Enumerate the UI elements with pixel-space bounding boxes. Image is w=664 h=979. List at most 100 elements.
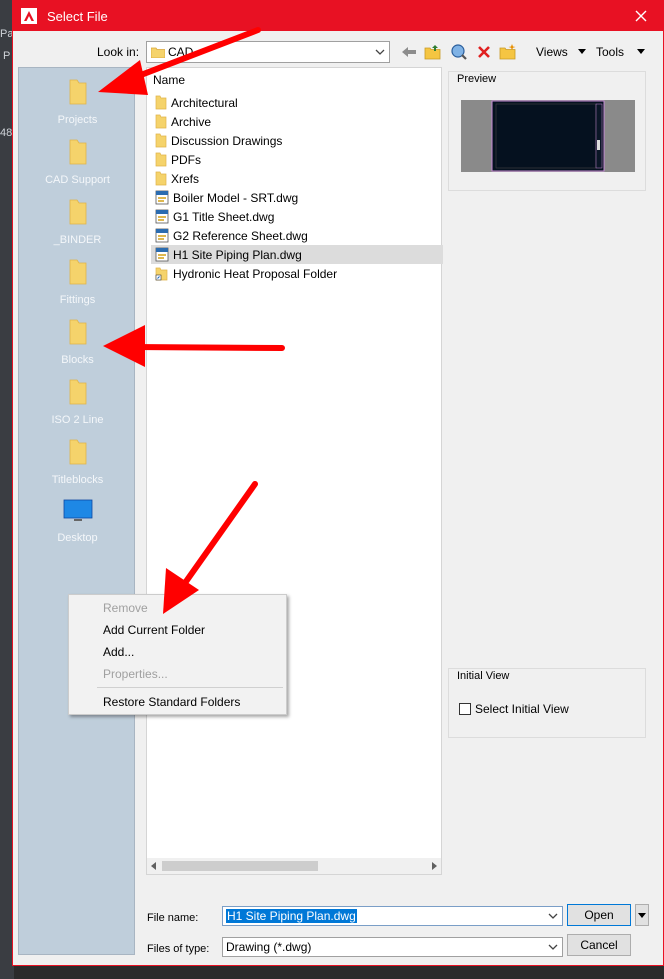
menu-item-properties: Properties... xyxy=(103,667,168,681)
dwg-file-icon xyxy=(155,247,169,262)
file-list[interactable]: Name Architectural Archive Discussion Dr… xyxy=(146,67,443,875)
file-list-item[interactable]: Hydronic Heat Proposal Folder xyxy=(151,264,443,283)
preview-label: Preview xyxy=(456,73,498,85)
tools-dropdown-arrow-icon[interactable] xyxy=(637,49,645,54)
chevron-down-icon xyxy=(547,941,559,953)
select-initial-view-checkbox[interactable]: Select Initial View xyxy=(459,702,569,716)
search-web-button[interactable] xyxy=(449,42,469,62)
places-item-label: CAD Support xyxy=(45,174,110,186)
background-text: 48 xyxy=(0,127,13,139)
file-name-input[interactable]: H1 Site Piping Plan.dwg xyxy=(222,906,563,926)
select-file-dialog: Select File Look in: CAD Views Tools Pro… xyxy=(12,0,664,966)
folder-icon xyxy=(155,95,167,110)
checkbox-box[interactable] xyxy=(459,703,471,715)
file-list-item[interactable]: Xrefs xyxy=(151,169,443,188)
menu-item-add-current-folder[interactable]: Add Current Folder xyxy=(103,623,205,637)
new-folder-button[interactable] xyxy=(498,42,518,62)
tools-menu[interactable]: Tools xyxy=(596,45,624,59)
folder-icon xyxy=(155,133,167,148)
places-item-label: Fittings xyxy=(59,294,96,306)
column-header-name[interactable]: Name xyxy=(153,73,185,87)
files-of-type-dropdown[interactable]: Drawing (*.dwg) xyxy=(222,937,563,957)
menu-item-remove: Remove xyxy=(103,601,148,615)
look-in-dropdown[interactable]: CAD xyxy=(146,41,390,63)
folder-icon xyxy=(69,199,86,225)
places-item-label: Desktop xyxy=(57,532,98,544)
file-name: G2 Reference Sheet.dwg xyxy=(173,228,308,243)
delete-button[interactable] xyxy=(474,42,494,62)
file-list-item[interactable]: PDFs xyxy=(151,150,443,169)
file-list-item[interactable]: Archive xyxy=(151,112,443,131)
open-options-dropdown[interactable] xyxy=(635,904,649,926)
file-list-item[interactable]: Architectural xyxy=(151,93,443,112)
menu-item-restore-standard-folders[interactable]: Restore Standard Folders xyxy=(103,695,240,709)
look-in-toolbar: Look in: CAD Views Tools xyxy=(13,39,663,65)
horizontal-scrollbar[interactable] xyxy=(147,858,441,874)
up-one-level-button[interactable] xyxy=(423,42,443,62)
folder-icon xyxy=(155,171,167,186)
places-item-label: Blocks xyxy=(61,354,94,366)
places-item-titleblocks[interactable]: Titleblocks xyxy=(19,430,136,486)
chevron-down-icon[interactable] xyxy=(547,910,559,922)
file-list-item-selected[interactable]: H1 Site Piping Plan.dwg xyxy=(151,245,443,264)
folder-icon xyxy=(69,79,86,105)
places-item-projects[interactable]: Projects xyxy=(19,70,136,126)
chevron-down-icon xyxy=(373,45,387,59)
file-list-item[interactable]: G1 Title Sheet.dwg xyxy=(151,207,443,226)
views-menu[interactable]: Views xyxy=(536,45,568,59)
close-button[interactable] xyxy=(619,1,663,31)
folder-icon xyxy=(69,439,86,465)
folder-icon xyxy=(151,47,165,58)
cancel-button[interactable]: Cancel xyxy=(567,934,631,956)
checkbox-label: Select Initial View xyxy=(475,702,569,716)
places-context-menu: Remove Add Current Folder Add... Propert… xyxy=(68,594,287,715)
places-sidebar: Projects CAD Support _BINDER Fittings Bl… xyxy=(18,67,135,955)
places-item-iso-2-line[interactable]: ISO 2 Line xyxy=(19,370,136,426)
initial-view-label: Initial View xyxy=(456,670,511,682)
search-globe-icon xyxy=(451,44,467,60)
places-item-binder[interactable]: _BINDER xyxy=(19,190,136,246)
back-button[interactable] xyxy=(399,42,419,62)
places-item-desktop[interactable]: Desktop xyxy=(19,490,136,546)
chevron-down-icon xyxy=(638,912,646,918)
new-folder-icon xyxy=(499,44,516,60)
file-name: Discussion Drawings xyxy=(171,133,283,148)
file-name: Boiler Model - SRT.dwg xyxy=(173,190,299,205)
folder-icon xyxy=(155,152,167,167)
file-list-item[interactable]: G2 Reference Sheet.dwg xyxy=(151,226,443,245)
views-dropdown-arrow-icon[interactable] xyxy=(578,49,586,54)
file-name-value[interactable]: H1 Site Piping Plan.dwg xyxy=(226,909,357,923)
menu-item-add[interactable]: Add... xyxy=(103,645,134,659)
shortcut-folder-icon xyxy=(155,267,168,281)
back-arrow-icon xyxy=(402,47,416,57)
window-title: Select File xyxy=(47,8,108,24)
file-name: Archive xyxy=(171,114,212,129)
files-of-type-label: Files of type: xyxy=(147,943,210,955)
places-item-fittings[interactable]: Fittings xyxy=(19,250,136,306)
dwg-file-icon xyxy=(155,228,169,243)
open-button[interactable]: Open xyxy=(567,904,631,926)
folder-icon xyxy=(155,114,167,129)
file-list-item[interactable]: Discussion Drawings xyxy=(151,131,443,150)
look-in-value: CAD xyxy=(168,45,194,59)
file-name: Hydronic Heat Proposal Folder xyxy=(173,266,338,281)
delete-icon xyxy=(478,46,490,58)
folder-icon xyxy=(69,379,86,405)
scroll-left-icon[interactable] xyxy=(151,862,156,870)
file-list-item[interactable]: Boiler Model - SRT.dwg xyxy=(151,188,443,207)
folder-icon xyxy=(69,139,86,165)
title-bar[interactable]: Select File xyxy=(13,1,663,31)
file-name: G1 Title Sheet.dwg xyxy=(173,209,275,224)
places-item-blocks[interactable]: Blocks xyxy=(19,310,136,366)
file-name: Xrefs xyxy=(171,171,200,186)
places-item-label: Titleblocks xyxy=(51,474,104,486)
file-name: PDFs xyxy=(171,152,201,167)
scroll-right-icon[interactable] xyxy=(432,862,437,870)
preview-group: Preview xyxy=(448,71,646,191)
scrollbar-thumb[interactable] xyxy=(162,861,318,871)
places-item-cad-support[interactable]: CAD Support xyxy=(19,130,136,186)
menu-separator xyxy=(97,687,283,688)
look-in-label: Look in: xyxy=(97,45,140,59)
places-item-label: Projects xyxy=(57,114,98,126)
file-name: Architectural xyxy=(171,95,238,110)
